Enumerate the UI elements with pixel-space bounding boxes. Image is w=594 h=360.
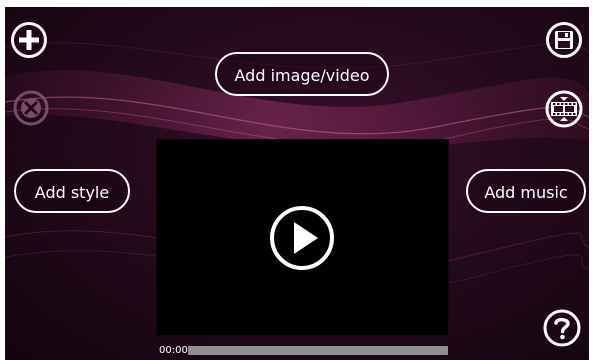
add-media-button[interactable]: Add image/video (215, 52, 389, 96)
play-icon[interactable] (269, 205, 335, 271)
video-preview[interactable] (157, 140, 448, 335)
seek-bar[interactable] (188, 346, 448, 355)
floppy-disk-icon[interactable] (546, 22, 582, 58)
movie-maker-screen: Add image/video Add style Add music 00:0… (5, 7, 589, 360)
add-music-button[interactable]: Add music (466, 169, 586, 213)
plus-circle-icon[interactable] (11, 22, 47, 58)
question-circle-icon[interactable] (543, 309, 581, 347)
film-reel-icon[interactable] (545, 90, 583, 128)
current-time: 00:00 (159, 345, 188, 356)
close-circle-icon[interactable] (13, 90, 49, 126)
add-style-button[interactable]: Add style (14, 169, 130, 213)
